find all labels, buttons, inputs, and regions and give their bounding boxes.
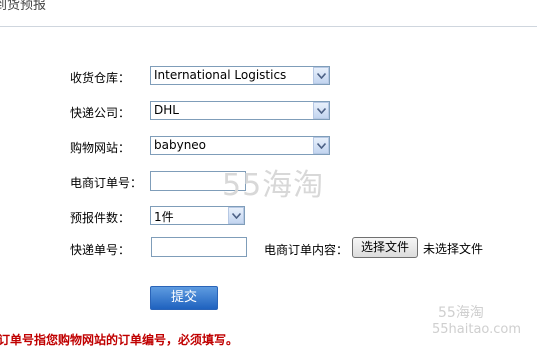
courier-select[interactable]: DHL [150,101,330,120]
tracking-no-input[interactable] [151,237,247,257]
warehouse-select[interactable]: International Logistics [150,66,330,85]
page-title: 到货预报 [0,0,47,13]
warehouse-label: 收货仓库： [70,71,131,85]
site-value: babyneo [154,138,207,152]
courier-label: 快递公司： [70,106,131,120]
courier-value: DHL [154,103,179,117]
order-no-label: 电商订单号： [70,176,143,190]
choose-file-button[interactable]: 选择文件 [352,237,418,258]
page-header: 到货预报 [0,0,537,27]
tracking-no-label: 快递单号： [70,243,131,257]
chevron-down-icon[interactable] [313,137,329,154]
warehouse-value: International Logistics [154,68,287,82]
site-label: 购物网站： [70,141,131,155]
pieces-select[interactable]: 1件 [150,206,245,225]
order-note: 订单号指您购物网站的订单编号，必须填写。 [0,333,239,347]
watermark-logo: 55海淘 [222,168,325,203]
pieces-value: 1件 [154,210,174,224]
chevron-down-icon[interactable] [313,102,329,119]
file-status: 未选择文件 [423,242,484,256]
pieces-label: 预报件数： [70,211,131,225]
chevron-down-icon[interactable] [313,67,329,84]
chevron-down-icon[interactable] [228,207,244,224]
watermark-url: 55haitao.com [432,322,522,337]
submit-button[interactable]: 提交 [150,286,218,310]
order-content-label: 电商订单内容： [264,243,349,257]
watermark-text: 55海淘 [438,305,484,321]
site-select[interactable]: babyneo [150,136,330,155]
